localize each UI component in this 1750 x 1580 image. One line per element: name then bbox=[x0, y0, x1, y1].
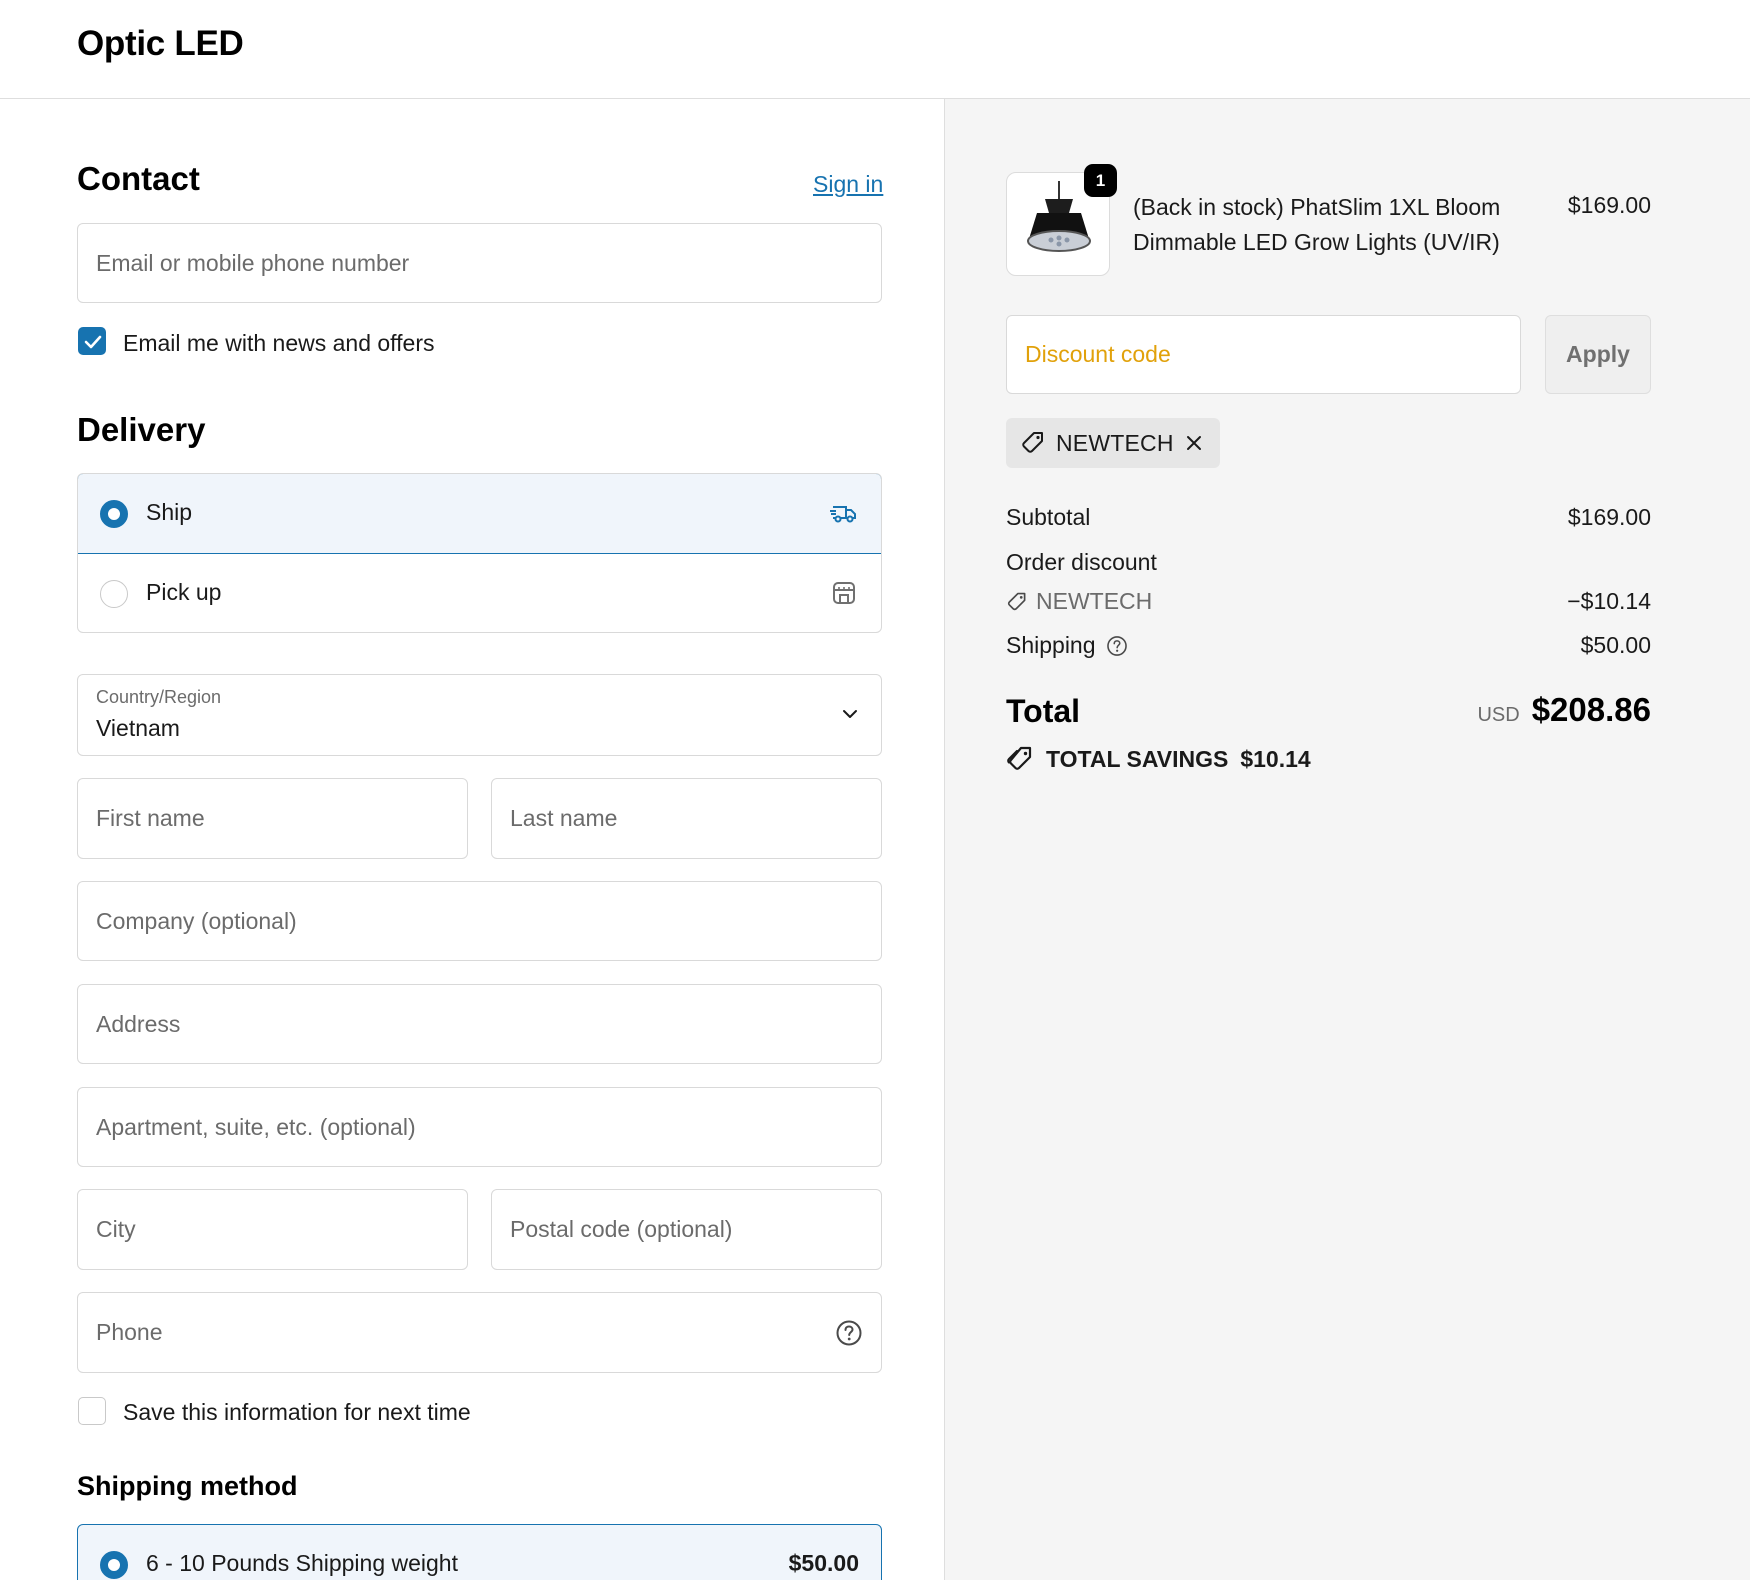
discount-code-name: NEWTECH bbox=[1036, 588, 1153, 614]
close-icon[interactable] bbox=[1184, 433, 1204, 453]
last-name-input[interactable] bbox=[492, 779, 881, 858]
discount-code-input[interactable] bbox=[1007, 316, 1520, 393]
delivery-option-ship[interactable]: Ship bbox=[78, 474, 881, 554]
total-savings-row: TOTAL SAVINGS $10.14 bbox=[1006, 745, 1311, 773]
applied-code-label: NEWTECH bbox=[1056, 429, 1174, 456]
apartment-input[interactable] bbox=[78, 1088, 881, 1166]
delivery-method-group: Ship Pick up bbox=[77, 473, 882, 633]
phone-input[interactable] bbox=[78, 1293, 881, 1372]
shipping-value: $50.00 bbox=[1580, 632, 1651, 658]
tag-icon bbox=[1022, 432, 1043, 453]
subtotal-value: $169.00 bbox=[1567, 504, 1651, 530]
store-icon bbox=[833, 582, 855, 604]
pickup-label: Pick up bbox=[146, 579, 222, 605]
address-field bbox=[77, 984, 882, 1064]
quantity-badge: 1 bbox=[1084, 164, 1117, 197]
apply-discount-button[interactable]: Apply bbox=[1545, 315, 1651, 394]
sign-in-link[interactable]: Sign in bbox=[813, 171, 883, 198]
contact-heading: Contact bbox=[77, 160, 200, 197]
save-info-checkbox[interactable] bbox=[78, 1397, 106, 1425]
product-price: $169.00 bbox=[1567, 192, 1651, 218]
help-circle-icon[interactable] bbox=[1106, 635, 1128, 657]
save-info-label: Save this information for next time bbox=[123, 1399, 471, 1425]
total-currency: USD bbox=[1477, 704, 1520, 726]
total-savings-label: TOTAL SAVINGS bbox=[1046, 745, 1229, 772]
apartment-field bbox=[77, 1087, 882, 1167]
discount-value: −$10.14 bbox=[1567, 588, 1651, 614]
news-checkbox[interactable] bbox=[78, 327, 106, 355]
ship-label: Ship bbox=[146, 499, 193, 525]
email-input[interactable] bbox=[78, 224, 881, 302]
savings-tag-icon bbox=[1007, 746, 1032, 770]
company-input[interactable] bbox=[78, 882, 881, 960]
shipping-row: Shipping bbox=[1006, 632, 1128, 659]
subtotal-label: Subtotal bbox=[1006, 504, 1091, 530]
total-savings-value: $10.14 bbox=[1240, 745, 1311, 772]
postal-code-field bbox=[491, 1189, 882, 1270]
brand-logo[interactable]: Optic LED bbox=[77, 24, 244, 64]
site-header: Optic LED bbox=[0, 0, 1750, 99]
phone-field bbox=[77, 1292, 882, 1373]
pickup-radio[interactable] bbox=[100, 580, 128, 608]
shipping-method-price: $50.00 bbox=[788, 1550, 859, 1576]
total-amount-wrap: USD $208.86 bbox=[1477, 691, 1651, 729]
city-input[interactable] bbox=[78, 1190, 467, 1269]
truck-icon bbox=[830, 506, 856, 523]
city-field bbox=[77, 1189, 468, 1270]
delivery-option-pickup[interactable]: Pick up bbox=[78, 554, 881, 632]
product-title: (Back in stock) PhatSlim 1XL Bloom Dimma… bbox=[1133, 194, 1501, 255]
shipping-method-option[interactable]: 6 - 10 Pounds Shipping weight $50.00 bbox=[77, 1524, 882, 1580]
ship-radio[interactable] bbox=[100, 500, 128, 528]
country-label: Country/Region bbox=[96, 687, 222, 707]
first-name-input[interactable] bbox=[78, 779, 467, 858]
applied-discount-chip: NEWTECH bbox=[1006, 418, 1220, 468]
postal-code-input[interactable] bbox=[492, 1190, 881, 1269]
total-amount: $208.86 bbox=[1531, 691, 1651, 728]
news-checkbox-label: Email me with news and offers bbox=[123, 330, 435, 356]
shipping-method-label: 6 - 10 Pounds Shipping weight bbox=[146, 1550, 458, 1576]
discount-code-row: NEWTECH bbox=[1006, 588, 1152, 615]
company-field bbox=[77, 881, 882, 961]
help-circle-icon[interactable] bbox=[835, 1319, 863, 1347]
checkmark-icon bbox=[84, 335, 102, 349]
discount-field bbox=[1006, 315, 1521, 394]
shipping-label: Shipping bbox=[1006, 632, 1096, 658]
address-input[interactable] bbox=[78, 985, 881, 1063]
country-value: Vietnam bbox=[96, 715, 180, 741]
email-field-wrapper bbox=[77, 223, 882, 303]
first-name-field bbox=[77, 778, 468, 859]
tag-icon bbox=[1007, 592, 1026, 610]
chevron-down-icon bbox=[843, 710, 857, 718]
order-discount-label: Order discount bbox=[1006, 549, 1157, 575]
total-label: Total bbox=[1006, 693, 1081, 729]
delivery-heading: Delivery bbox=[77, 411, 206, 448]
last-name-field bbox=[491, 778, 882, 859]
country-select[interactable]: Country/Region Vietnam bbox=[77, 674, 882, 756]
shipping-method-heading: Shipping method bbox=[77, 1471, 298, 1501]
shipping-method-radio[interactable] bbox=[100, 1551, 128, 1579]
